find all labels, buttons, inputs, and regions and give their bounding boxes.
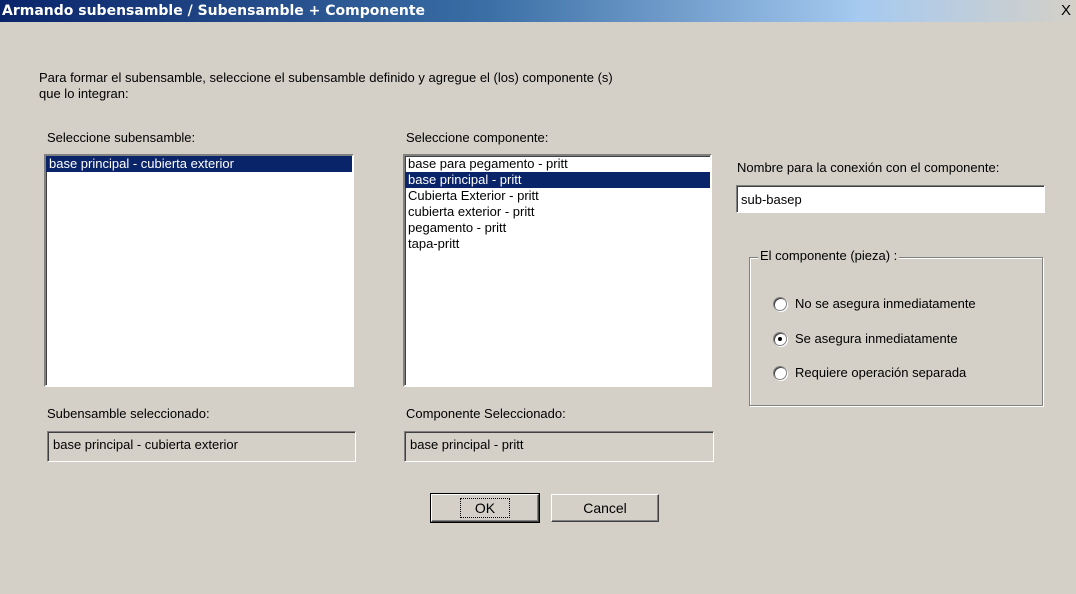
component-list-item[interactable]: pegamento - pritt — [405, 220, 710, 236]
component-list-item-selected[interactable]: base principal - pritt — [405, 172, 710, 188]
title-bar: Armando subensamble / Subensamble + Comp… — [0, 0, 1076, 22]
radio-label: Se asegura inmediatamente — [795, 331, 958, 346]
radio-label: No se asegura inmediatamente — [795, 296, 976, 311]
window-title: Armando subensamble / Subensamble + Comp… — [2, 3, 426, 19]
subassembly-list-label: Seleccione subensamble: — [47, 130, 196, 145]
component-listbox[interactable]: base para pegamento - pritt base princip… — [403, 154, 712, 387]
cancel-button-label: Cancel — [583, 500, 627, 516]
piece-groupbox-legend: El componente (pieza) : — [758, 248, 900, 263]
radio-circle-icon[interactable] — [773, 296, 787, 311]
subassembly-list-item[interactable]: base principal - cubierta exterior — [46, 156, 352, 172]
component-list-item[interactable]: cubierta exterior - pritt — [405, 204, 710, 220]
selected-component-field: base principal - pritt — [404, 431, 714, 462]
close-button[interactable]: X — [1058, 3, 1074, 19]
radio-requiere-operacion[interactable]: Requiere operación separada — [773, 365, 966, 381]
ok-button-label: OK — [459, 498, 511, 518]
component-list-label: Seleccione componente: — [406, 130, 549, 145]
cancel-button[interactable]: Cancel — [551, 494, 659, 522]
component-list-item[interactable]: tapa-pritt — [405, 236, 710, 252]
component-list-item[interactable]: base para pegamento - pritt — [405, 156, 710, 172]
instructions-line-2: que lo integran: — [39, 86, 129, 101]
radio-circle-icon[interactable] — [773, 365, 787, 380]
instructions-line-1: Para formar el subensamble, seleccione e… — [39, 70, 613, 85]
subassembly-listbox[interactable]: base principal - cubierta exterior — [44, 154, 354, 387]
selected-component-label: Componente Seleccionado: — [406, 406, 566, 421]
component-list-item[interactable]: Cubierta Exterior - pritt — [405, 188, 710, 204]
radio-no-se-asegura[interactable]: No se asegura inmediatamente — [773, 296, 976, 312]
selected-subassembly-label: Subensamble seleccionado: — [47, 406, 210, 421]
radio-label: Requiere operación separada — [795, 365, 967, 380]
ok-button[interactable]: OK — [430, 493, 540, 523]
connection-name-input[interactable] — [736, 185, 1045, 213]
connection-name-label: Nombre para la conexión con el component… — [737, 160, 1000, 175]
close-icon: X — [1060, 2, 1071, 19]
radio-checked-icon[interactable] — [773, 331, 787, 346]
selected-subassembly-field: base principal - cubierta exterior — [47, 431, 356, 462]
radio-se-asegura[interactable]: Se asegura inmediatamente — [773, 331, 958, 347]
